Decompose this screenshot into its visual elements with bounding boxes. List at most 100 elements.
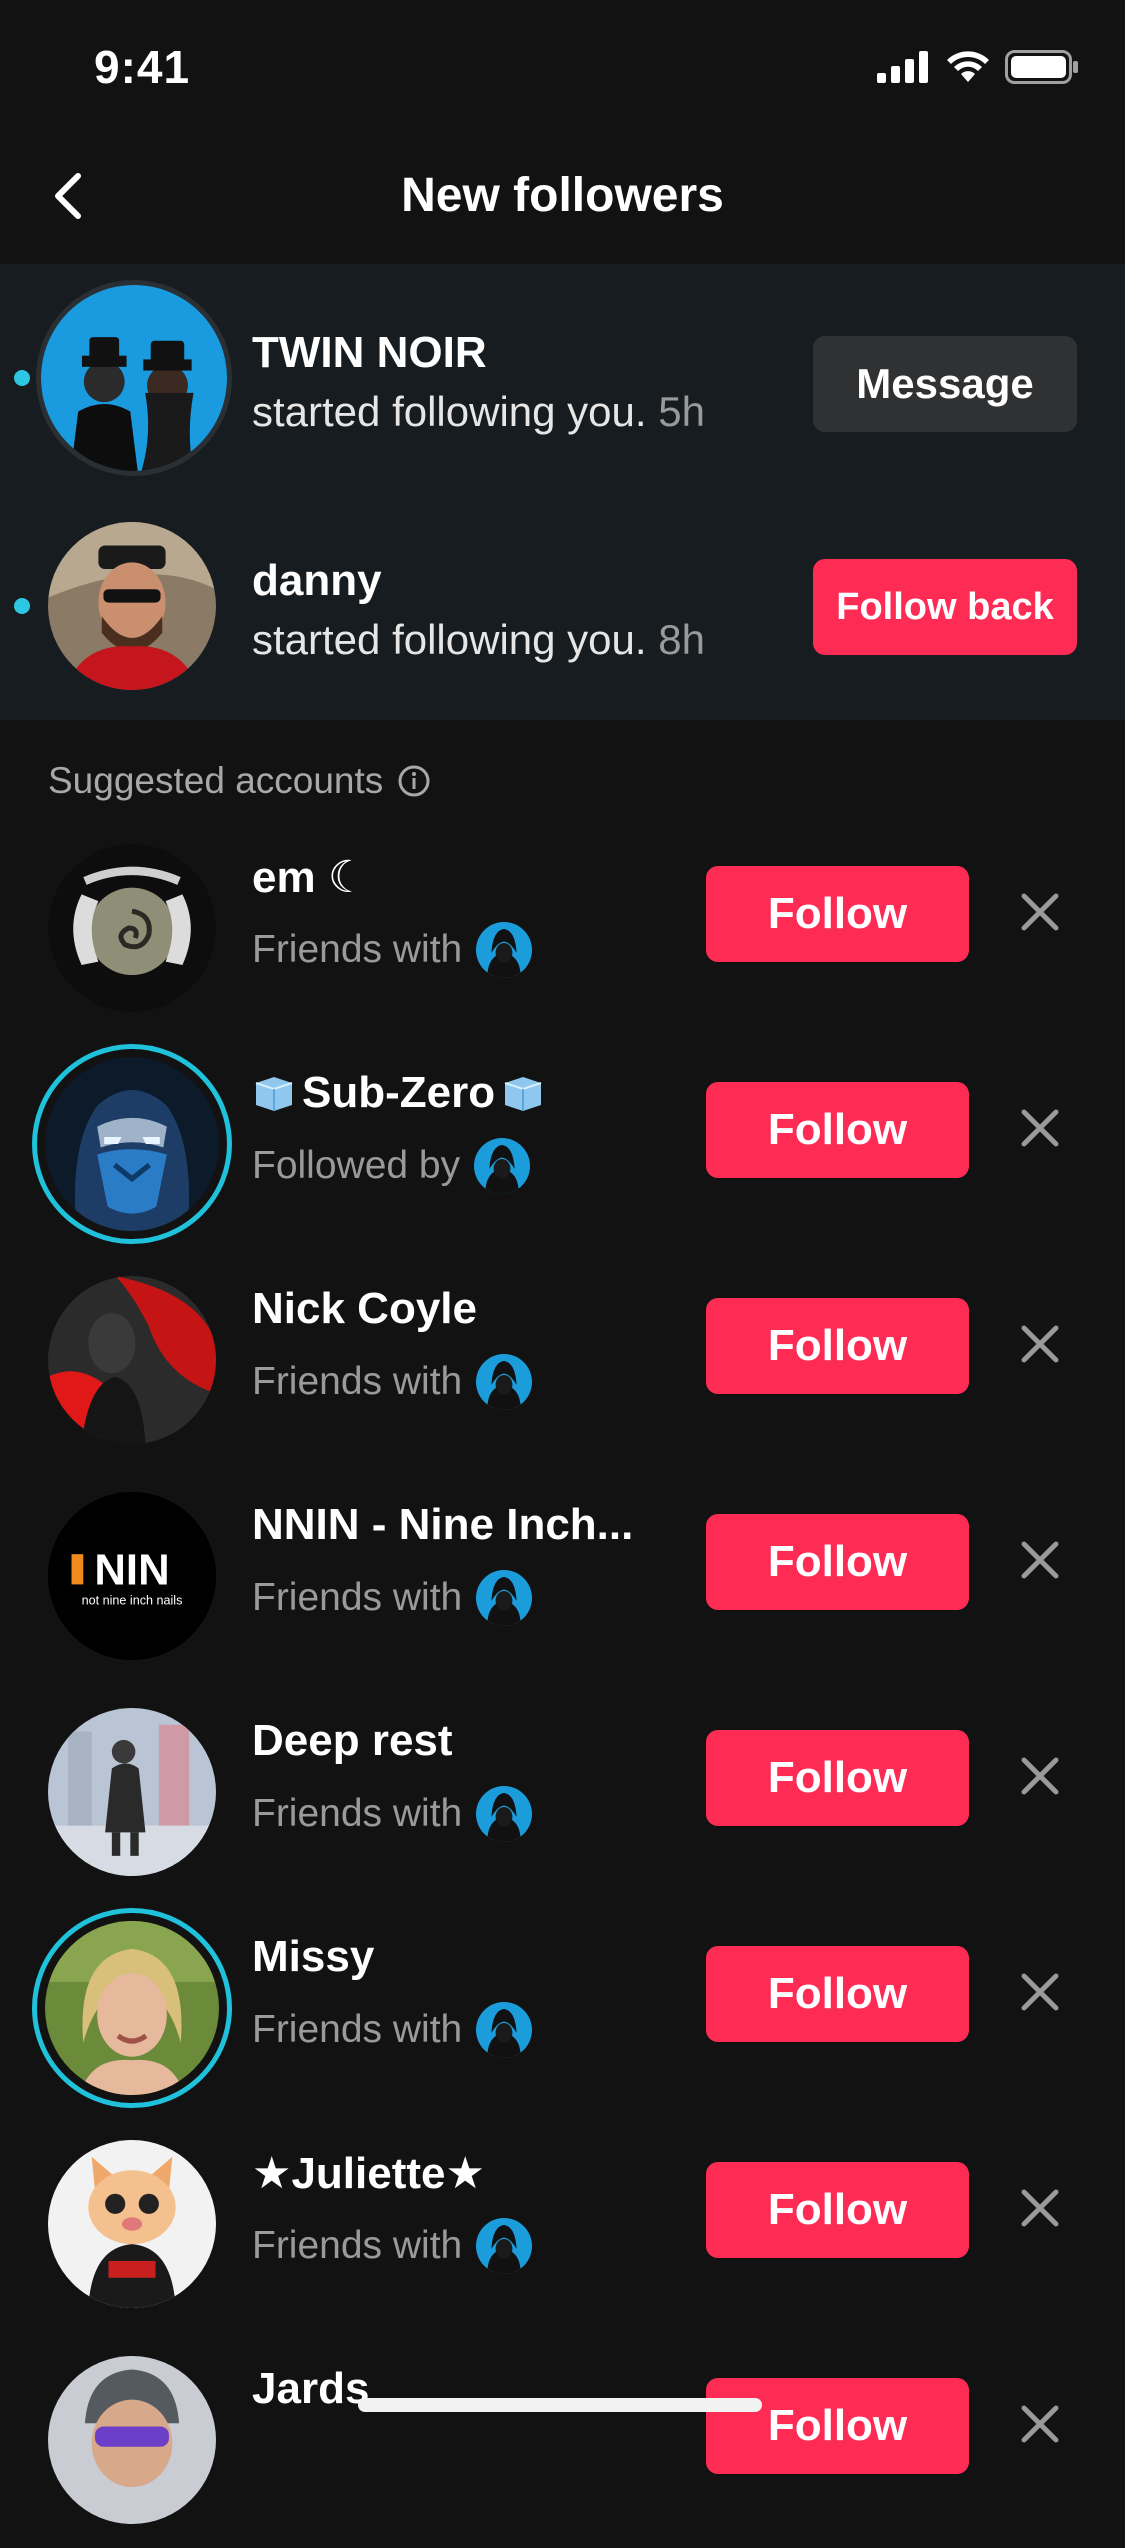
avatar[interactable]: NIN not nine inch nails — [48, 1492, 216, 1660]
follower-notification[interactable]: danny started following you. 8h Follow b… — [0, 492, 1125, 720]
follow-button[interactable]: Follow — [706, 2162, 969, 2258]
account-name[interactable]: Missy — [252, 1932, 374, 1982]
page-title: New followers — [401, 169, 724, 222]
avatar[interactable] — [48, 2356, 216, 2524]
suggested-account-row[interactable]: Sub-Zero Followed by Follow — [0, 1036, 1125, 1252]
follower-notification[interactable]: TWIN NOIR started following you. 5h Mess… — [0, 264, 1125, 492]
suggested-account-row[interactable]: NIN not nine inch nails NNIN - Nine Inch… — [0, 1468, 1125, 1684]
mutual-info: Followed by — [252, 1138, 530, 1194]
timestamp: 5h — [658, 388, 705, 435]
account-name[interactable]: NNIN - Nine Inch... — [252, 1500, 633, 1550]
nav-bar: New followers — [0, 130, 1125, 264]
avatar[interactable] — [32, 1044, 232, 1244]
avatar[interactable] — [48, 844, 216, 1012]
avatar-image-missy — [45, 1921, 219, 2095]
avatar[interactable] — [48, 1276, 216, 1444]
mutual-friend-avatar — [476, 2218, 532, 2274]
new-followers-list: TWIN NOIR started following you. 5h Mess… — [0, 264, 1125, 720]
status-time: 9:41 — [94, 41, 191, 93]
status-bar: 9:41 — [0, 0, 1125, 130]
unread-dot — [14, 370, 30, 386]
dismiss-button[interactable] — [1010, 882, 1070, 942]
follow-back-button[interactable]: Follow back — [813, 559, 1077, 655]
close-icon — [1021, 1757, 1059, 1795]
follow-button[interactable]: Follow — [706, 1514, 969, 1610]
avatar[interactable] — [48, 2140, 216, 2308]
mutual-friend-avatar — [476, 1786, 532, 1842]
avatar-image-em — [48, 844, 216, 1012]
mutual-info: Friends with — [252, 2218, 532, 2274]
wifi-icon — [947, 51, 989, 82]
close-icon — [1021, 2405, 1059, 2443]
mutual-friend-avatar — [476, 1354, 532, 1410]
svg-text:not nine inch nails: not nine inch nails — [82, 1594, 183, 1608]
mutual-friend-avatar — [476, 922, 532, 978]
avatar-image-juliette — [48, 2140, 216, 2308]
suggested-account-row[interactable]: Deep rest Friends with Follow — [0, 1684, 1125, 1900]
avatar-image-danny — [48, 522, 216, 690]
home-indicator[interactable] — [358, 2398, 762, 2412]
avatar-image-jards — [48, 2356, 216, 2524]
timestamp: 8h — [658, 616, 705, 663]
mutual-friend-avatar — [474, 1138, 530, 1194]
ice-cube-icon — [504, 1077, 542, 1111]
suggested-account-row[interactable]: ★Juliette★ Friends with Follow — [0, 2116, 1125, 2332]
follow-button[interactable]: Follow — [706, 1730, 969, 1826]
suggested-accounts-header: Suggested accounts — [48, 760, 431, 802]
close-icon — [1021, 893, 1059, 931]
signal-icon — [877, 51, 928, 83]
mutual-info: Friends with — [252, 922, 532, 978]
avatar[interactable] — [32, 1908, 232, 2108]
mutual-friend-avatar — [476, 1570, 532, 1626]
follow-activity-text: started following you. 5h — [252, 388, 705, 435]
mutual-info: Friends with — [252, 1570, 532, 1626]
account-name[interactable]: Nick Coyle — [252, 1284, 477, 1334]
dismiss-button[interactable] — [1010, 2394, 1070, 2454]
follower-name[interactable]: TWIN NOIR — [252, 328, 487, 378]
close-icon — [1021, 1541, 1059, 1579]
dismiss-button[interactable] — [1010, 1530, 1070, 1590]
follow-button[interactable]: Follow — [706, 2378, 969, 2474]
follow-activity-text: started following you. 8h — [252, 616, 705, 663]
dismiss-button[interactable] — [1010, 1314, 1070, 1374]
account-name[interactable]: Deep rest — [252, 1716, 453, 1766]
suggested-account-row[interactable]: Jards Follow — [0, 2332, 1125, 2548]
account-name[interactable]: Jards — [252, 2364, 369, 2414]
mutual-friend-avatar — [476, 2002, 532, 2058]
message-button[interactable]: Message — [813, 336, 1077, 432]
avatar-image-nick-coyle — [48, 1276, 216, 1444]
account-name[interactable]: ★Juliette★ — [252, 2148, 485, 2199]
dismiss-button[interactable] — [1010, 1098, 1070, 1158]
dismiss-button[interactable] — [1010, 1746, 1070, 1806]
avatar[interactable] — [36, 280, 232, 476]
follow-button[interactable]: Follow — [706, 1298, 969, 1394]
mutual-info: Friends with — [252, 1786, 532, 1842]
suggested-account-row[interactable]: em ☾ Friends with Follow — [0, 820, 1125, 1036]
follow-button[interactable]: Follow — [706, 1946, 969, 2042]
follow-button[interactable]: Follow — [706, 866, 969, 962]
info-icon[interactable] — [397, 764, 431, 798]
dismiss-button[interactable] — [1010, 1962, 1070, 2022]
avatar-image-twin-noir — [41, 285, 227, 471]
avatar-image-nnin: NIN not nine inch nails — [48, 1492, 216, 1660]
unread-dot — [14, 598, 30, 614]
ice-cube-icon — [255, 1077, 293, 1111]
close-icon — [1021, 2189, 1059, 2227]
avatar-image-deep-rest — [48, 1708, 216, 1876]
suggested-account-row[interactable]: Nick Coyle Friends with Follow — [0, 1252, 1125, 1468]
suggested-account-row[interactable]: Missy Friends with Follow — [0, 1900, 1125, 2116]
avatar[interactable] — [48, 1708, 216, 1876]
close-icon — [1021, 1325, 1059, 1363]
follower-name[interactable]: danny — [252, 556, 382, 606]
svg-text:NIN: NIN — [94, 1545, 169, 1594]
close-icon — [1021, 1109, 1059, 1147]
mutual-info: Friends with — [252, 1354, 532, 1410]
dismiss-button[interactable] — [1010, 2178, 1070, 2238]
account-name[interactable]: Sub-Zero — [252, 1068, 545, 1118]
mutual-info: Friends with — [252, 2002, 532, 2058]
battery-icon — [1005, 50, 1078, 84]
account-name[interactable]: em ☾ — [252, 852, 367, 903]
follow-button[interactable]: Follow — [706, 1082, 969, 1178]
close-icon — [1021, 1973, 1059, 2011]
avatar[interactable] — [48, 522, 216, 690]
